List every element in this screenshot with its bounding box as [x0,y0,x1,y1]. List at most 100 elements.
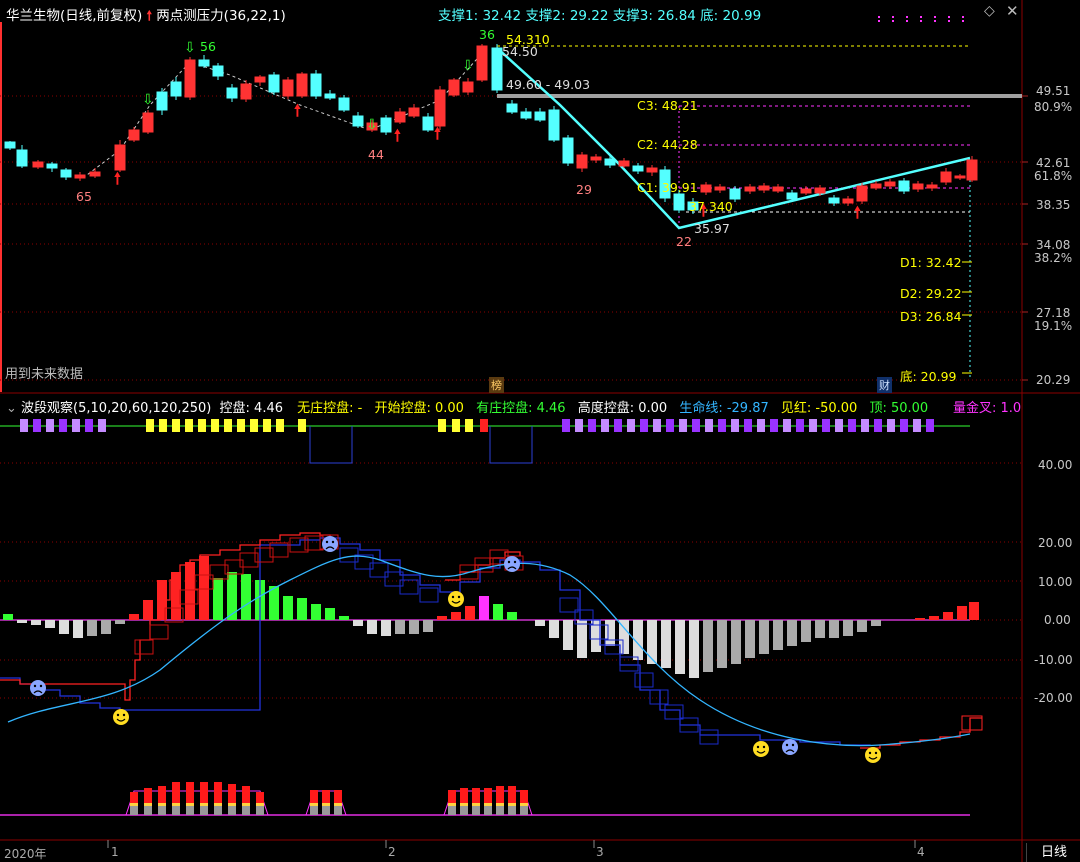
stack-group-2-red [322,790,330,803]
stack-group-3-red [508,786,516,803]
support1-label: 支撑1: [438,8,479,24]
signal-square [796,419,804,432]
kaishi-value: 开始控盘: 0.00 [374,401,464,416]
sub-tick-40: 40.00 [1038,458,1073,472]
histogram-bar [717,620,727,668]
candle-body [758,185,770,191]
time-label-apr: 4 [917,845,925,859]
happy-face-icon-eye [874,751,878,755]
red-up-arrow-icon: 🠕 [394,126,401,145]
chart-canvas[interactable]: 🠕 🠕 🠕 🠕 🠕 🠕 ⇩ ⇩ ⇩ ⇩ [0,0,1080,862]
sub-tick-10: 10.00 [1038,575,1073,589]
signal-square [783,419,791,432]
price-tick-2: 42.61 [1036,156,1071,170]
histogram-bar [957,606,967,620]
stack-group-3-red [484,788,492,803]
gaodu-value: 高度控盘: 0.00 [577,401,668,416]
histogram-bar [871,620,881,626]
signal-square [640,419,648,432]
candle-body [60,169,72,178]
stack-group-1-gray [172,806,180,815]
sub-tick-m20: -20.00 [1034,691,1073,705]
histogram-bar [353,620,363,626]
histogram-bar [465,606,475,620]
signal-square [588,419,596,432]
pct-tick-4: 38.2% [1034,251,1073,265]
histogram-bar [969,602,979,620]
up-arrow-icon: 🠕 [146,9,153,24]
d3-label: D3: 26.84 [900,309,962,324]
stack-group-3-yellow [496,803,504,806]
stack-group-3-red [448,790,456,803]
histogram-bar [297,598,307,620]
stack-group-3-red [460,788,468,803]
candle-body [170,81,182,97]
histogram-bar [535,620,545,626]
candle-body [338,97,350,111]
candle-body [898,180,910,192]
sub-header: ⌄ 波段观察(5,10,20,60,120,250) 控盘: 4.46 无庄控盘… [6,397,928,416]
signal-square [692,419,700,432]
sad-face-icon-eye [331,540,335,544]
stack-group-1-red [214,782,222,803]
histogram-bar [563,620,573,650]
histogram-bar [45,620,55,628]
signal-square [822,419,830,432]
jianhong-value: 见红: -50.00 [780,401,858,416]
close-icon[interactable]: ✕ [1006,2,1019,20]
bang-badge[interactable]: 榜 [489,377,504,393]
histogram-bar [101,620,111,634]
sub-tick-m10: -10.00 [1034,653,1073,667]
support1-value: 32.42 [482,8,522,24]
histogram-bar [31,620,41,625]
top-dot [934,16,936,18]
diamond-icon[interactable]: ◇ [984,3,995,19]
candle-body [89,171,101,177]
signal-square [185,419,193,432]
red-up-arrow-icon: 🠕 [294,101,301,120]
candle-body [268,74,280,93]
candle-body [142,112,154,133]
histogram-bar [437,616,447,620]
stack-group-1-gray [130,806,138,815]
histogram-bar [73,620,83,638]
signal-square [198,419,206,432]
happy-face-icon-eye [868,751,872,755]
candle-body [4,141,16,149]
signal-square [731,419,739,432]
life-line [7,555,971,747]
time-label-feb: 2 [388,845,396,859]
top-dot [906,16,908,18]
candle-body [240,83,252,100]
signal-square [887,419,895,432]
green-down-arrow-icon: ⇩ [366,117,378,133]
period-button[interactable]: 日线 [1026,843,1080,862]
candle-body [673,193,685,211]
histogram-bar [773,620,783,650]
sad-face-icon-eye [513,560,517,564]
histogram-bar [395,620,405,634]
liangjincha-value: 量金叉: 1.00 [953,401,1022,416]
happy-face-icon [865,747,881,763]
histogram-bar [241,574,251,620]
signal-square [757,419,765,432]
stack-group-3-yellow [460,803,468,806]
stack-group-2-yellow [322,803,330,806]
signal-square [98,419,106,432]
stack-group-1-yellow [256,803,264,806]
price-tick-3: 38.35 [1036,198,1071,212]
support3-label: 支撑3: [612,8,653,24]
indicator-name: 两点测压力(36,22,1) [156,8,286,24]
dropdown-circle-icon[interactable]: ⌄ [6,401,17,416]
happy-face-icon [448,591,464,607]
signal-square [59,419,67,432]
candle-body [714,186,726,191]
candle-body [966,159,978,181]
low-35-label: 35.97 [694,221,730,236]
candle-body [548,109,560,141]
signal-square [848,419,856,432]
cai-badge[interactable]: 财 [877,377,892,393]
histogram-bar [367,620,377,634]
stack-group-1-yellow [228,803,236,806]
red-up-arrow-icon: 🠕 [854,203,861,222]
